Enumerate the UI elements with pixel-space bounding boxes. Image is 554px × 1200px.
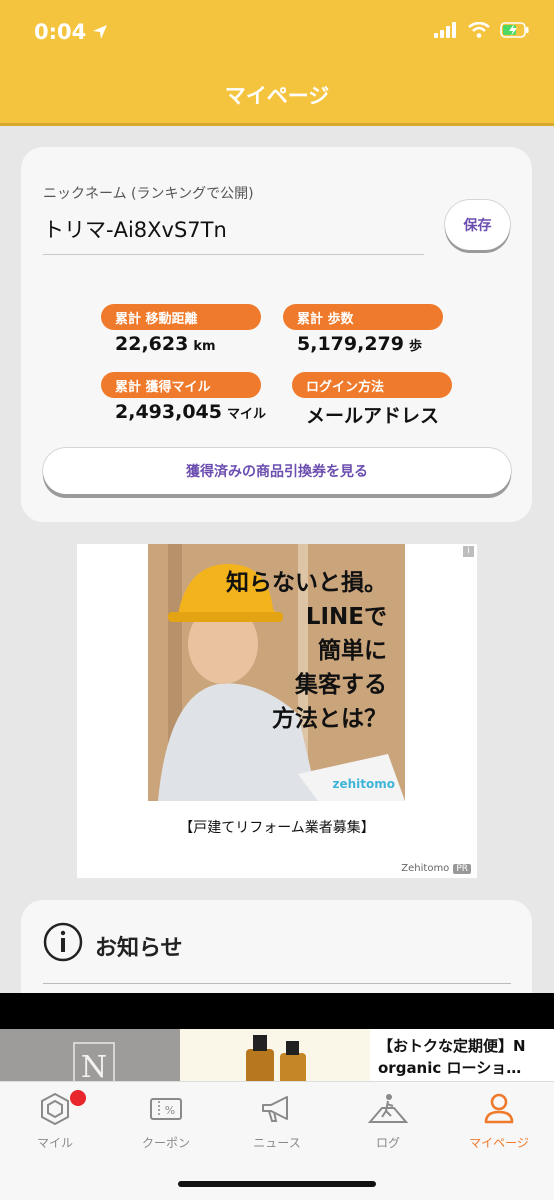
stat-number-distance: 22,623 [115,333,189,355]
ad-caption[interactable]: 【戸建てリフォーム業者募集】 [77,817,477,837]
walking-icon [368,1094,408,1123]
tab-log[interactable]: ログ [333,1092,443,1162]
ad-copy-line: 知らないと損。 [226,570,387,596]
stat-number-steps: 5,179,279 [297,333,404,355]
stat-value-steps: 5,179,279 歩 [297,333,422,355]
info-circle-icon [43,922,83,962]
gem-icon [41,1092,69,1126]
n-logo-icon: N [73,1042,115,1081]
stat-value-miles: 2,493,045 マイル [115,401,266,423]
stat-label-distance: 累計 移動距離 [101,304,261,330]
stat-label-miles: 累計 獲得マイル [101,372,261,398]
tab-label-coupon: クーポン [141,1136,190,1150]
stat-value-login-method: メールアドレス [306,405,440,427]
banner-logo: N [0,1029,180,1081]
tab-label-mypage: マイページ [469,1136,529,1150]
overlay-band [0,993,554,1029]
tab-label-miles: マイル [36,1136,73,1150]
svg-text:%: % [165,1104,175,1117]
status-icons [434,22,530,38]
stat-value-distance: 22,623 km [115,333,216,355]
signal-icon [434,22,456,38]
tab-mypage[interactable]: マイページ [444,1092,554,1162]
stat-unit-steps: 歩 [408,339,422,354]
page-title: マイページ [224,84,330,108]
location-arrow-icon [93,25,108,39]
ad-copy-line: LINEで [305,604,387,630]
stat-number-miles: 2,493,045 [115,401,222,423]
person-icon [484,1093,514,1124]
bottles-icon [246,1035,306,1081]
app-header: 0:04 マイページ [0,0,554,126]
home-indicator[interactable] [178,1181,376,1187]
pr-badge: PR [453,863,471,874]
svg-text:N: N [81,1050,107,1081]
ad-sponsor-name: Zehitomo [401,863,450,874]
stat-unit-distance: km [193,339,216,354]
stat-label-login-method: ログイン方法 [292,372,452,398]
ad-copy-line: 簡単に [318,638,387,664]
bottom-banner-ad[interactable]: N 【おトクな定期便】N organic ローショ… [0,1029,554,1081]
stat-label-steps: 累計 歩数 [283,304,443,330]
news-title: お知らせ [95,936,183,961]
tab-news[interactable]: ニュース [222,1092,332,1162]
nickname-underline [43,254,424,255]
ad-copy: 知らないと損。 LINEで 簡単に 集客する 方法とは？ [226,566,387,736]
coupon-icon: % [150,1098,182,1120]
nickname-field[interactable]: トリマ-Ai8XvS7Tn [43,214,227,244]
save-button[interactable]: 保存 [445,200,510,250]
ad-brand-logo: zehitomo [332,777,395,791]
ad-sponsor: Zehitomo PR [401,863,471,874]
ad-copy-line: 方法とは？ [272,706,387,732]
tab-label-log: ログ [375,1136,400,1150]
tab-label-news: ニュース [253,1136,301,1150]
ad-info-icon[interactable]: i [463,546,474,557]
ad-copy-line: 集客する [295,672,387,698]
news-card: お知らせ [21,900,532,993]
wifi-icon [468,22,490,38]
status-time: 0:04 [34,20,108,44]
tab-coupon[interactable]: % クーポン [111,1092,221,1162]
banner-product-image [180,1029,370,1081]
ad-banner[interactable]: i 知らないと損。 LINEで 簡単に 集客する 方法とは？ zehitomo … [77,544,477,878]
tab-miles[interactable]: マイル [0,1090,110,1162]
banner-text: 【おトクな定期便】N organic ローショ… [378,1037,526,1077]
view-coupons-button[interactable]: 獲得済みの商品引換券を見る [43,448,511,494]
profile-card: ニックネーム (ランキングで公開) トリマ-Ai8XvS7Tn 保存 累計 移動… [21,147,532,522]
stat-unit-miles: マイル [226,407,266,422]
megaphone-icon [262,1096,288,1122]
notification-badge [70,1090,86,1106]
status-time-text: 0:04 [34,20,87,44]
ad-image[interactable]: 知らないと損。 LINEで 簡単に 集客する 方法とは？ zehitomo [148,544,405,801]
news-divider [43,983,511,984]
battery-charging-icon [500,22,529,38]
nickname-label: ニックネーム (ランキングで公開) [43,186,254,202]
